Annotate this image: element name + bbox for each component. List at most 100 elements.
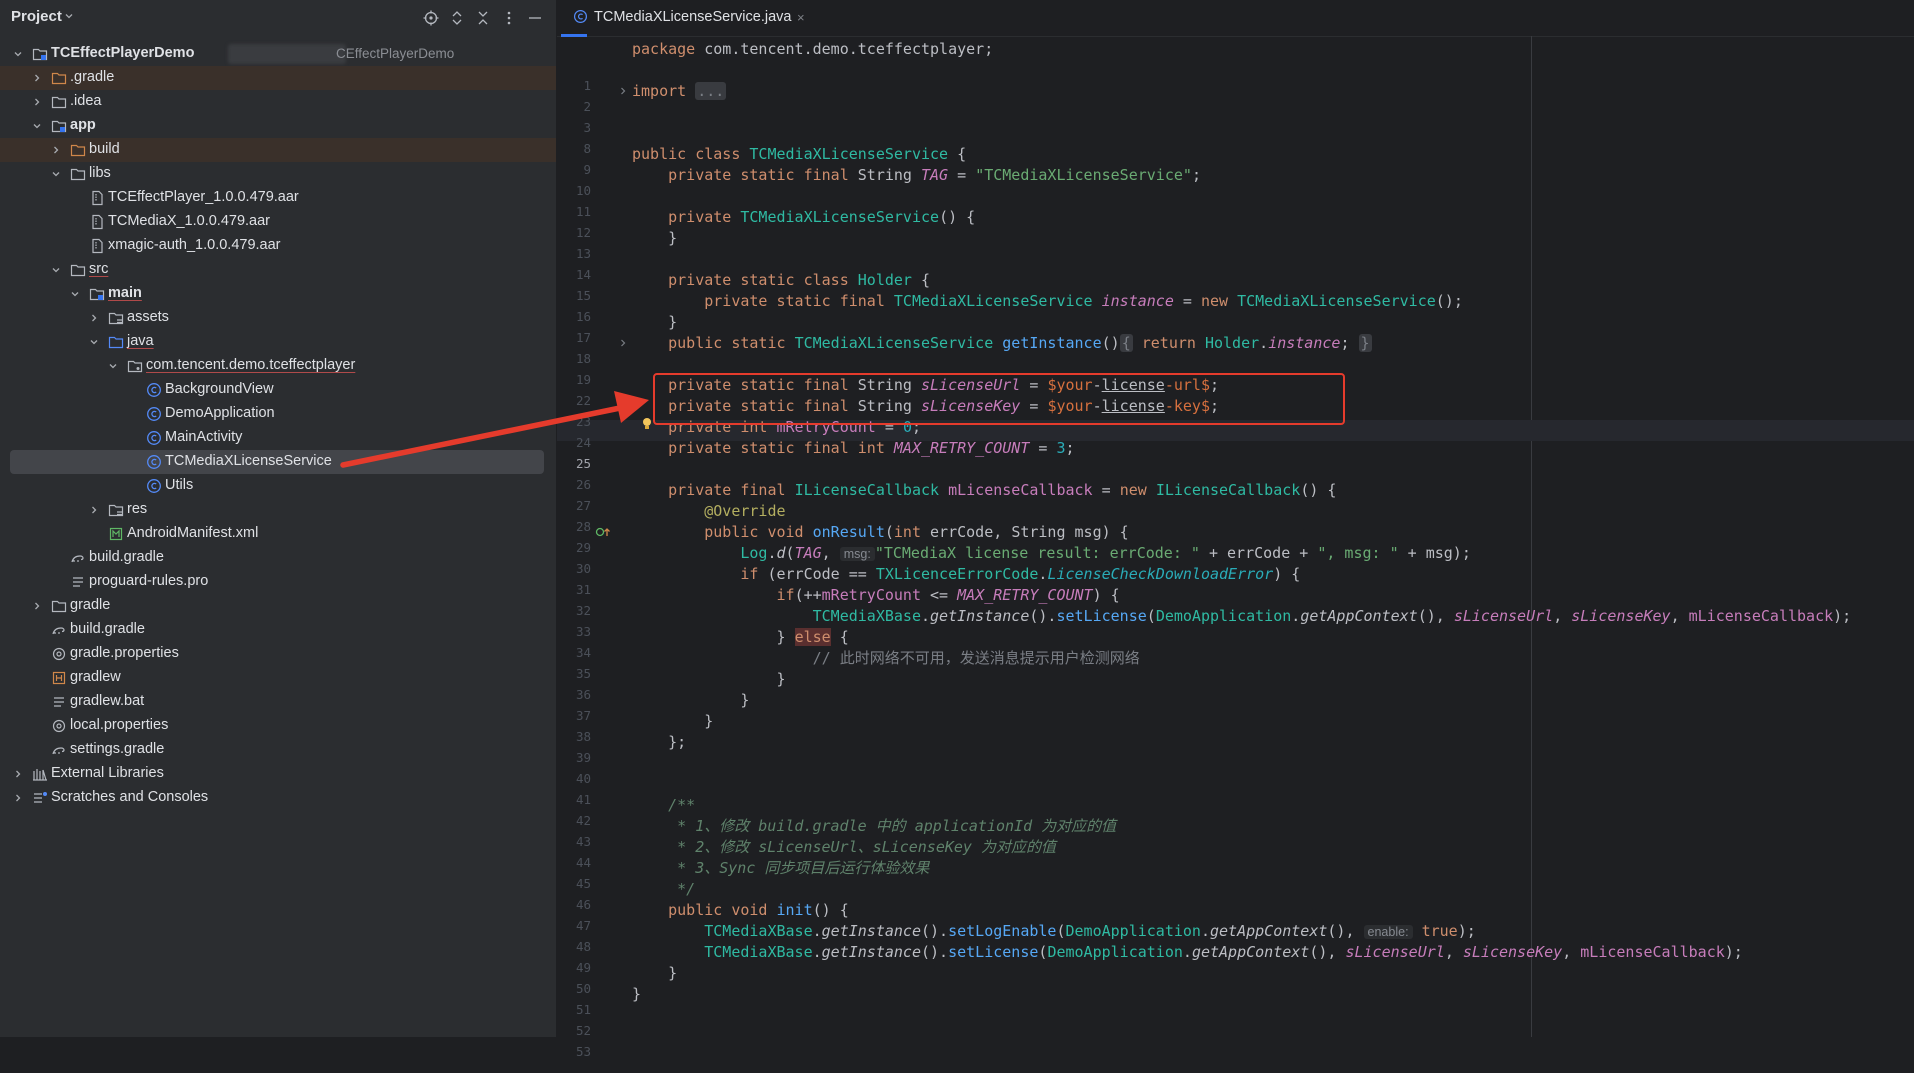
settings-file-icon — [52, 647, 66, 661]
tree-item-label: .idea — [70, 93, 102, 109]
project-view-selector[interactable]: Project — [11, 8, 62, 25]
tree-item-label: proguard-rules.pro — [89, 573, 209, 589]
more-options-icon[interactable] — [500, 9, 518, 27]
module-folder-icon — [32, 48, 48, 61]
tree-item-libs[interactable]: libs — [0, 162, 556, 186]
chevron-down-icon[interactable] — [51, 169, 61, 179]
tree-item-app[interactable]: app — [0, 114, 556, 138]
tree-item-aar-file[interactable]: TCEffectPlayer_1.0.0.479.aar — [0, 186, 556, 210]
code-line: }; — [668, 733, 687, 751]
tree-item-dot-gradle[interactable]: .gradle — [0, 66, 556, 90]
hide-panel-icon[interactable] — [526, 9, 544, 27]
tree-item-local-properties[interactable]: local.properties — [0, 714, 556, 738]
editor-tab-active[interactable]: TCMediaXLicenseService.java × — [561, 0, 805, 37]
gradle-file-icon — [52, 627, 65, 635]
chevron-down-icon[interactable] — [108, 361, 118, 371]
tree-item-label: app — [70, 117, 96, 133]
chevron-down-icon[interactable] — [64, 11, 74, 21]
tree-item-assets[interactable]: assets — [0, 306, 556, 330]
parameter-hint: enable: — [1363, 925, 1413, 939]
line-number: 35 — [575, 666, 591, 681]
tree-item-idea[interactable]: .idea — [0, 90, 556, 114]
folder-icon — [70, 264, 86, 277]
source-set-folder-icon — [89, 288, 105, 301]
chevron-right-icon[interactable] — [13, 769, 23, 779]
collapse-all-icon[interactable] — [474, 9, 492, 27]
line-number: 1 — [583, 78, 591, 93]
chevron-down-icon[interactable] — [89, 337, 99, 347]
line-number: 10 — [575, 183, 591, 198]
tree-item-scratches[interactable]: Scratches and Consoles — [0, 786, 556, 810]
archive-file-icon — [92, 214, 103, 230]
tree-item-label: java — [127, 333, 154, 349]
tree-item-aar-file[interactable]: xmagic-auth_1.0.0.479.aar — [0, 234, 556, 258]
tree-item-proguard[interactable]: proguard-rules.pro — [0, 570, 556, 594]
tree-item-manifest[interactable]: AndroidManifest.xml — [0, 522, 556, 546]
lightbulb-icon[interactable] — [641, 417, 653, 431]
code-line: } — [740, 691, 750, 709]
locate-target-icon[interactable] — [422, 9, 440, 27]
tree-item-properties[interactable]: gradle.properties — [0, 642, 556, 666]
code-area[interactable]: 1 2 3 8 9 10 11 12 13 14 15 16 17 18 19 22 23 24 25 26 27 28 2… — [557, 36, 1914, 1059]
code-line: public void onResult(int errCode, String… — [704, 523, 1129, 541]
tree-item-class[interactable]: DemoApplication — [0, 402, 556, 426]
close-tab-icon[interactable]: × — [797, 10, 805, 25]
chevron-down-icon[interactable] — [13, 49, 23, 59]
line-number: 23 — [575, 414, 591, 429]
tree-item-gradlew[interactable]: gradlew — [0, 666, 556, 690]
line-number: 3 — [583, 120, 591, 135]
tree-item-label: TCMediaX_1.0.0.479.aar — [108, 213, 271, 229]
tree-item-project-root[interactable]: TCEffectPlayerDemo CEffectPlayerDemo — [0, 42, 556, 66]
tree-item-label: src — [89, 261, 109, 277]
tree-item-package[interactable]: com.tencent.demo.tceffectplayer — [0, 354, 556, 378]
tree-item-class[interactable]: Utils — [0, 474, 556, 498]
tree-item-gradle-file[interactable]: build.gradle — [0, 546, 556, 570]
folded-imports[interactable]: ... — [695, 82, 727, 100]
code-line: if(++mRetryCount <= MAX_RETRY_COUNT) { — [776, 586, 1120, 604]
tree-item-main[interactable]: main — [0, 282, 556, 306]
line-number: 9 — [583, 162, 591, 177]
tree-item-label: gradle — [70, 597, 111, 613]
override-method-icon[interactable] — [595, 526, 613, 538]
chevron-right-icon[interactable] — [32, 97, 42, 107]
chevron-down-icon[interactable] — [70, 289, 80, 299]
chevron-down-icon[interactable] — [32, 121, 42, 131]
chevron-down-icon[interactable] — [51, 265, 61, 275]
tree-item-res[interactable]: res — [0, 498, 556, 522]
line-number: 29 — [575, 540, 591, 555]
tree-item-gradlew-bat[interactable]: gradlew.bat — [0, 690, 556, 714]
tree-item-label: assets — [127, 309, 169, 325]
chevron-right-icon[interactable] — [13, 793, 23, 803]
chevron-right-icon[interactable] — [32, 73, 42, 83]
line-number: 46 — [575, 897, 591, 912]
tree-item-selected-class[interactable]: TCMediaXLicenseService — [10, 450, 544, 474]
code-line: /** — [668, 796, 696, 814]
tree-item-label: local.properties — [70, 717, 169, 733]
tree-item-src[interactable]: src — [0, 258, 556, 282]
tree-item-class[interactable]: MainActivity — [0, 426, 556, 450]
line-number: 22 — [575, 393, 591, 408]
expand-all-icon[interactable] — [448, 9, 466, 27]
line-number: 8 — [583, 141, 591, 156]
text-file-icon — [54, 697, 64, 707]
chevron-right-icon[interactable] — [51, 145, 61, 155]
tree-item-external-libraries[interactable]: External Libraries — [0, 762, 556, 786]
tree-item-java[interactable]: java — [0, 330, 556, 354]
tree-item-aar-file[interactable]: TCMediaX_1.0.0.479.aar — [0, 210, 556, 234]
java-class-icon — [147, 455, 161, 469]
tree-item-settings-gradle[interactable]: settings.gradle — [0, 738, 556, 762]
java-class-icon — [147, 407, 161, 421]
tree-item-class[interactable]: BackgroundView — [0, 378, 556, 402]
chevron-right-icon[interactable] — [89, 505, 99, 515]
tree-item-gradle-folder[interactable]: gradle — [0, 594, 556, 618]
code-line: */ — [668, 880, 696, 898]
fold-expand-icon[interactable] — [618, 86, 628, 96]
tree-item-label: DemoApplication — [165, 405, 275, 421]
tree-item-gradle-file[interactable]: build.gradle — [0, 618, 556, 642]
tree-item-build[interactable]: build — [0, 138, 556, 162]
chevron-right-icon[interactable] — [89, 313, 99, 323]
line-number: 37 — [575, 708, 591, 723]
code-line: TCMediaXBase.getInstance().setLogEnable(… — [704, 922, 1476, 940]
fold-expand-icon[interactable] — [618, 338, 628, 348]
chevron-right-icon[interactable] — [32, 601, 42, 611]
